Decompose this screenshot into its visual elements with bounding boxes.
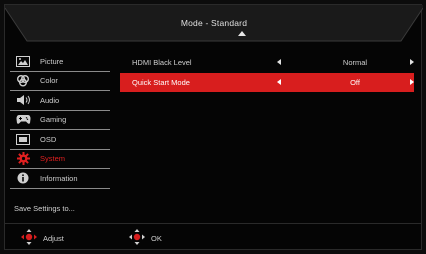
footer-divider <box>4 223 422 224</box>
sidebar-item-label: Gaming <box>40 115 67 125</box>
sidebar-item-label: Information <box>40 173 78 183</box>
adjust-label: Adjust <box>43 233 64 243</box>
setting-row-quick-start-mode[interactable]: Quick Start Mode Off <box>120 73 414 92</box>
gamepad-icon <box>15 113 31 127</box>
sidebar-item-label: Picture <box>40 56 64 66</box>
osd-icon <box>15 132 31 146</box>
sidebar-item-system[interactable]: System <box>10 150 110 169</box>
joystick-adjust-icon <box>20 228 38 248</box>
sidebar-item-information[interactable]: Information <box>10 169 110 189</box>
color-palette-icon <box>15 74 31 88</box>
save-settings-button[interactable]: Save Settings to... <box>14 204 75 213</box>
setting-value: Off <box>350 78 360 87</box>
sidebar-item-label: Color <box>40 76 58 86</box>
page-title: Mode - Standard <box>180 18 248 28</box>
sidebar-item-label: Audio <box>40 95 60 105</box>
sidebar-item-osd[interactable]: OSD <box>10 130 110 150</box>
sidebar: Picture Color Audio Gaming OSD System In… <box>10 52 110 189</box>
arrow-left-icon[interactable] <box>277 79 281 85</box>
info-icon <box>15 171 31 185</box>
sidebar-item-label: System <box>40 154 66 164</box>
arrow-right-icon[interactable] <box>410 79 414 85</box>
ok-hint: OK <box>128 228 162 248</box>
adjust-hint: Adjust <box>20 228 64 248</box>
setting-label: Quick Start Mode <box>132 78 190 87</box>
setting-row-hdmi-black-level[interactable]: HDMI Black Level Normal <box>120 52 414 73</box>
joystick-ok-icon <box>128 228 146 248</box>
arrow-left-icon[interactable] <box>277 59 281 65</box>
sidebar-item-label: OSD <box>40 134 57 144</box>
osd-header: Mode - Standard <box>5 5 423 45</box>
setting-label: HDMI Black Level <box>132 58 192 67</box>
arrow-right-icon[interactable] <box>410 59 414 65</box>
sidebar-item-audio[interactable]: Audio <box>10 91 110 111</box>
speaker-icon <box>15 93 31 107</box>
sidebar-item-gaming[interactable]: Gaming <box>10 111 110 130</box>
picture-icon <box>15 54 31 68</box>
gear-icon <box>15 152 31 166</box>
ok-label: OK <box>151 233 162 243</box>
settings-panel: HDMI Black Level Normal Quick Start Mode… <box>120 52 414 92</box>
sidebar-item-color[interactable]: Color <box>10 72 110 91</box>
setting-value: Normal <box>342 58 368 67</box>
scroll-up-icon[interactable] <box>238 31 246 36</box>
sidebar-item-picture[interactable]: Picture <box>10 52 110 72</box>
